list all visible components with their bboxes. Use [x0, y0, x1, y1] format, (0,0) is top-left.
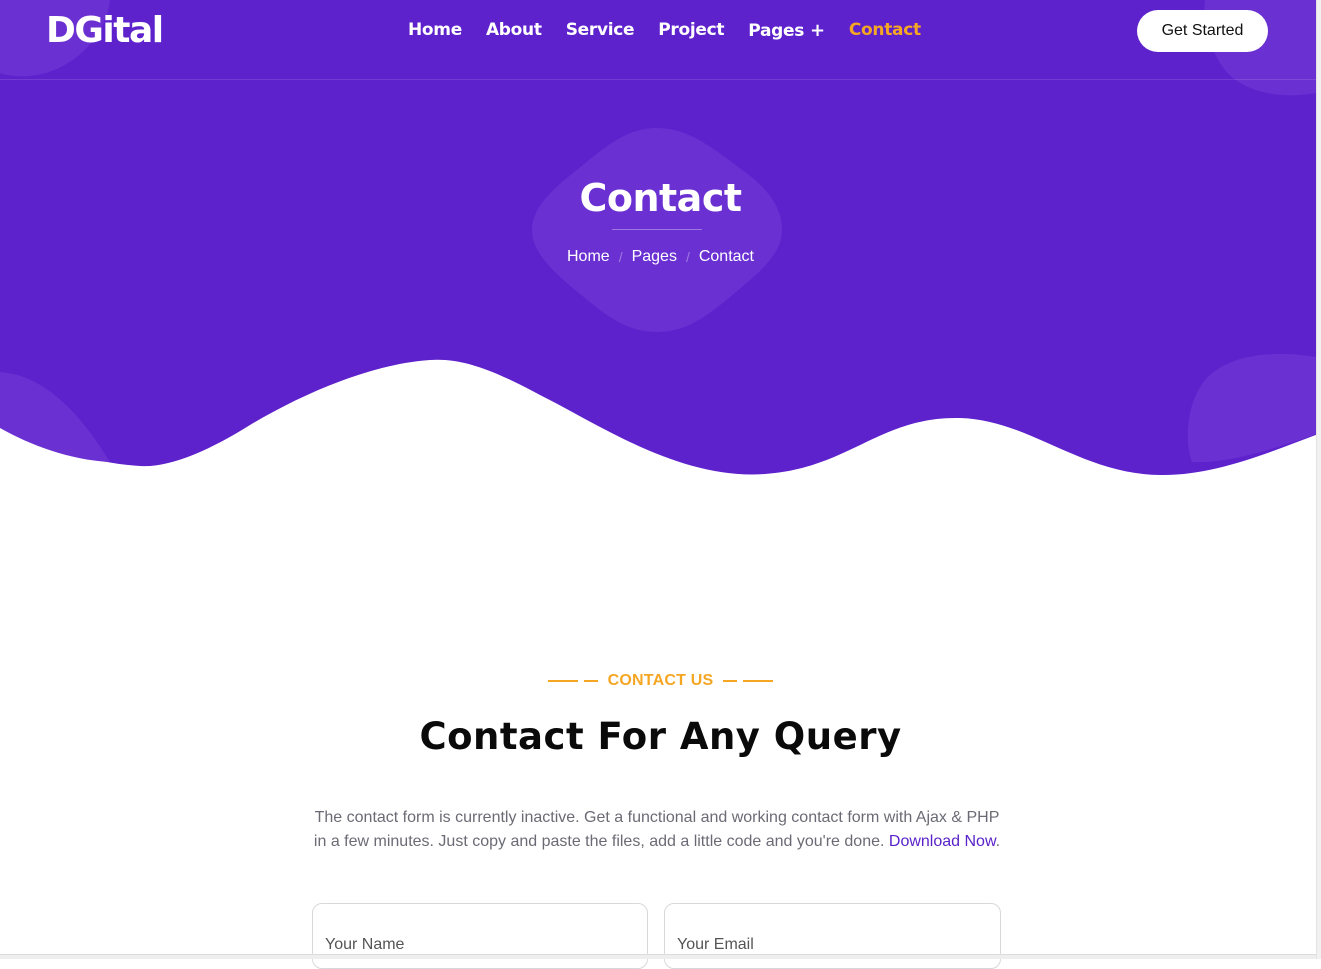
nav-item-pages-label: Pages	[748, 20, 805, 41]
viewport-bottom-edge	[0, 954, 1321, 959]
section-tag-label: CONTACT US	[607, 672, 714, 689]
breadcrumb-pages[interactable]: Pages	[632, 248, 677, 266]
navbar: DGital Home About Service Project Pages +…	[0, 0, 1321, 80]
get-started-button[interactable]: Get Started	[1137, 10, 1268, 52]
dash-ornament-right	[723, 680, 774, 682]
breadcrumb: Home / Pages / Contact	[0, 248, 1321, 266]
nav-item-contact[interactable]: Contact	[837, 20, 933, 40]
nav-item-home[interactable]: Home	[396, 20, 474, 40]
section-title: Contact For Any Query	[419, 715, 902, 758]
breadcrumb-separator: /	[618, 249, 623, 265]
download-now-link[interactable]: Download Now	[889, 833, 996, 850]
email-input[interactable]	[664, 903, 1001, 969]
name-input[interactable]	[312, 903, 648, 969]
page-title: Contact	[579, 176, 742, 220]
breadcrumb-separator: /	[685, 249, 690, 265]
breadcrumb-contact: Contact	[698, 248, 754, 265]
brand-logo[interactable]: DGital	[46, 9, 164, 53]
plus-icon: +	[810, 19, 825, 41]
title-divider	[612, 229, 702, 230]
nav-item-service[interactable]: Service	[554, 20, 647, 40]
section-description: The contact form is currently inactive. …	[310, 806, 1004, 854]
nav-item-pages[interactable]: Pages +	[736, 20, 837, 41]
breadcrumb-home[interactable]: Home	[567, 248, 610, 266]
dash-ornament-left	[547, 680, 598, 682]
scrollbar-track[interactable]	[1316, 0, 1321, 959]
nav-item-about[interactable]: About	[474, 20, 554, 40]
main-nav: Home About Service Project Pages + Contac…	[396, 0, 933, 60]
section-tag: CONTACT US	[0, 672, 1321, 690]
hero-banner: DGital Home About Service Project Pages +…	[0, 0, 1321, 480]
description-trailing: .	[995, 833, 1001, 850]
nav-item-project[interactable]: Project	[646, 20, 736, 40]
